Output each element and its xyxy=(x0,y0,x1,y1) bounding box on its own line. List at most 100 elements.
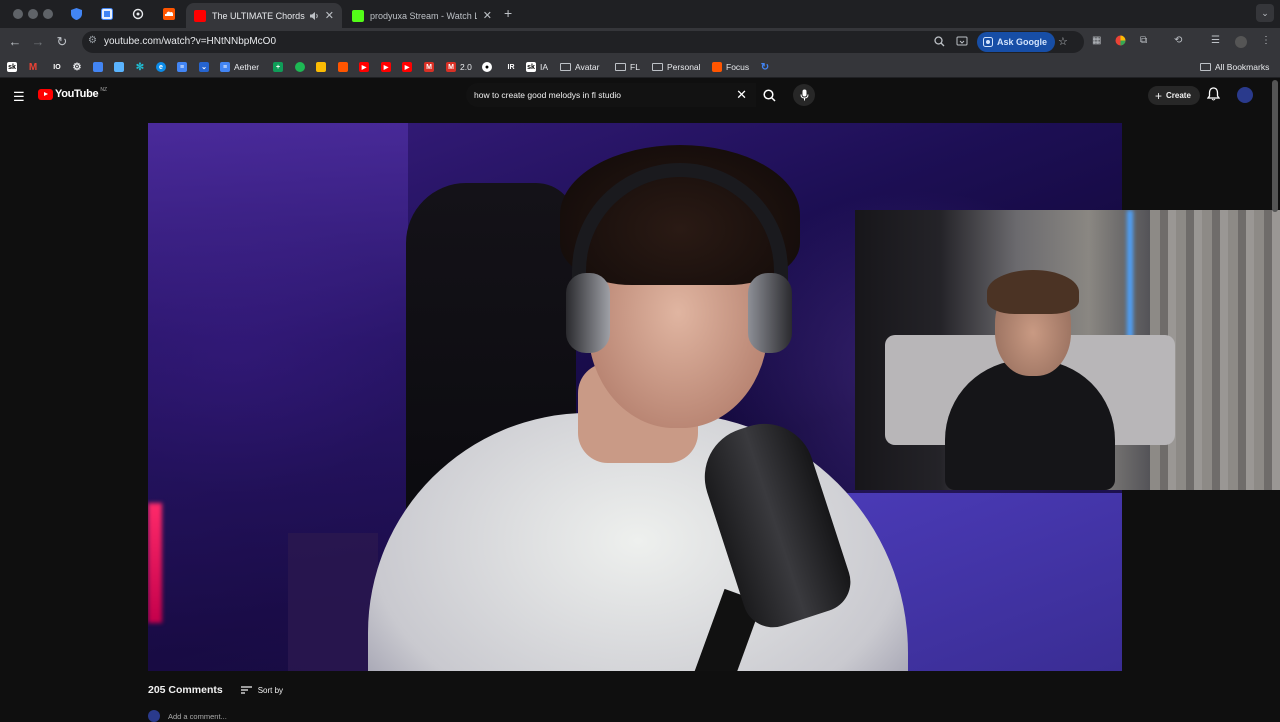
bookmark-folder-personal[interactable]: Personal xyxy=(652,60,701,74)
tab-kick-stream[interactable]: prodyuxa Stream - Watch Live ✕ xyxy=(344,3,500,28)
bookmark-star-icon[interactable]: ☆ xyxy=(1058,35,1068,48)
clear-search-icon[interactable]: ✕ xyxy=(736,87,747,103)
bookmark-ia[interactable]: sk IA xyxy=(526,60,548,74)
bookmark-label: Focus xyxy=(726,62,750,72)
new-tab-icon[interactable]: + xyxy=(504,5,512,21)
commenter-avatar xyxy=(148,710,160,722)
bookmark-label: All Bookmarks xyxy=(1215,62,1270,72)
bookmark-refresh[interactable]: ↻ xyxy=(760,60,774,74)
comment-count: 205 Comments xyxy=(148,684,223,696)
bookmark-focus[interactable]: Focus xyxy=(712,60,749,74)
youtube-favicon-icon xyxy=(194,9,206,22)
notifications-bell-icon[interactable] xyxy=(1206,87,1221,106)
add-comment-row[interactable]: Add a comment... xyxy=(148,710,227,722)
pinned-tab-soundcloud-icon[interactable] xyxy=(160,5,178,23)
bookmark-label: Avatar xyxy=(575,62,600,72)
cast-icon[interactable] xyxy=(956,36,968,50)
bookmark-sheets[interactable]: + xyxy=(273,60,287,74)
search-query[interactable]: how to create good melodys in fl studio xyxy=(474,90,621,100)
bookmark-label: FL xyxy=(630,62,640,72)
add-comment-input[interactable]: Add a comment... xyxy=(168,712,227,721)
minimize-window-icon[interactable] xyxy=(28,9,38,19)
bookmark-keep[interactable] xyxy=(316,60,330,74)
google-lens-icon xyxy=(983,37,993,47)
bookmark-mail[interactable] xyxy=(114,60,128,74)
profile-avatar[interactable] xyxy=(1235,36,1247,48)
bookmark-aether[interactable]: ≡ Aether xyxy=(220,60,259,74)
chrome-menu-icon[interactable]: ⋮ xyxy=(1261,35,1271,46)
extension-color-icon[interactable] xyxy=(1115,35,1126,49)
bookmark-youtube-3[interactable]: ▶ xyxy=(402,60,416,74)
bookmark-todo[interactable]: ⌄ xyxy=(199,60,213,74)
ask-google-label: Ask Google xyxy=(997,37,1048,47)
bookmark-perplexity[interactable]: ✻ xyxy=(135,60,149,74)
page-scrollbar[interactable] xyxy=(1272,80,1278,212)
pinned-tab-calendar-icon[interactable] xyxy=(98,5,116,23)
bookmark-m-red[interactable]: M xyxy=(424,60,438,74)
youtube-logo[interactable]: YouTube NZ xyxy=(38,87,107,100)
tab-active-youtube[interactable]: The ULTIMATE Chords & ✕ xyxy=(186,3,342,28)
bookmark-io[interactable]: IO xyxy=(50,60,68,74)
back-icon[interactable]: ← xyxy=(7,34,23,49)
bookmark-spotify[interactable] xyxy=(295,60,309,74)
close-window-icon[interactable] xyxy=(13,9,23,19)
speaker-icon[interactable] xyxy=(309,11,319,21)
bookmark-m-version[interactable]: M 2.0 xyxy=(446,60,472,74)
create-label: Create xyxy=(1166,91,1191,100)
search-button[interactable] xyxy=(756,83,782,107)
bookmark-sk[interactable]: sk xyxy=(7,60,21,74)
bookmark-youtube-1[interactable]: ▶ xyxy=(359,60,373,74)
bookmark-label: Personal xyxy=(667,62,701,72)
folder-icon xyxy=(652,63,663,71)
ask-google-button[interactable]: Ask Google xyxy=(977,32,1056,52)
sort-icon xyxy=(240,686,252,694)
bookmark-folder-avatar[interactable]: Avatar xyxy=(560,60,599,74)
tab-search-chevron-icon[interactable]: ⌄ xyxy=(1256,4,1274,22)
url-text[interactable]: youtube.com/watch?v=HNtNNbpMcO0 xyxy=(104,36,276,47)
bookmarks-bar: sk M IO ⚙ ✻ e ≡ ⌄ ≡ Aether + ▶ ▶ ▶ M M 2.0… xyxy=(0,56,1280,78)
account-avatar[interactable] xyxy=(1237,87,1253,103)
create-button[interactable]: + Create xyxy=(1148,86,1200,105)
sort-by-button[interactable]: Sort by xyxy=(240,686,283,695)
reading-list-icon[interactable]: ☰ xyxy=(1211,35,1220,46)
voice-search-button[interactable] xyxy=(793,84,815,106)
folder-icon xyxy=(560,63,571,71)
pinned-tab-shield-icon[interactable] xyxy=(67,5,85,23)
folder-icon xyxy=(1200,63,1211,71)
bookmark-edge[interactable]: e xyxy=(156,60,170,74)
bookmark-docs[interactable]: ≡ xyxy=(177,60,191,74)
extension-filter-icon[interactable]: ▦ xyxy=(1092,35,1101,46)
search-input[interactable]: how to create good melodys in fl studio … xyxy=(466,83,756,107)
bookmark-label: IA xyxy=(540,62,549,72)
forward-icon[interactable]: → xyxy=(30,34,46,49)
bookmark-folder-fl[interactable]: FL xyxy=(615,60,640,74)
close-tab-icon[interactable]: ✕ xyxy=(325,9,334,22)
bookmark-circle[interactable]: ● xyxy=(482,60,496,74)
bookmark-youtube-2[interactable]: ▶ xyxy=(381,60,395,74)
history-icon[interactable]: ⟲ xyxy=(1174,35,1182,46)
bookmark-ir[interactable]: IR xyxy=(504,60,522,74)
reload-icon[interactable]: ↻ xyxy=(54,34,70,50)
close-tab-icon[interactable]: ✕ xyxy=(483,9,492,22)
zoom-icon[interactable] xyxy=(934,36,945,50)
folder-icon xyxy=(615,63,626,71)
address-bar[interactable]: ⚙ youtube.com/watch?v=HNtNNbpMcO0 xyxy=(82,31,1084,53)
browser-tab-strip: The ULTIMATE Chords & ✕ prodyuxa Stream … xyxy=(0,0,1280,28)
maximize-window-icon[interactable] xyxy=(43,9,53,19)
search-icon xyxy=(762,88,776,102)
tab-title: The ULTIMATE Chords & xyxy=(212,10,305,21)
extensions-puzzle-icon[interactable]: ⧉ xyxy=(1140,35,1147,46)
browser-toolbar: ← → ↻ ⚙ youtube.com/watch?v=HNtNNbpMcO0 … xyxy=(0,28,1280,56)
menu-hamburger-icon[interactable]: ☰ xyxy=(13,89,25,105)
bookmark-label: Aether xyxy=(234,62,260,72)
youtube-play-icon xyxy=(38,88,53,100)
all-bookmarks-folder[interactable]: All Bookmarks xyxy=(1200,60,1269,74)
microphone-icon xyxy=(800,89,808,101)
site-settings-icon[interactable]: ⚙ xyxy=(88,35,97,46)
bookmark-soundcloud[interactable] xyxy=(338,60,352,74)
picture-in-picture-overlay xyxy=(855,210,1280,490)
bookmark-openai[interactable]: ⚙ xyxy=(72,60,86,74)
bookmark-calendar[interactable] xyxy=(93,60,107,74)
pinned-tab-openai-icon[interactable] xyxy=(129,5,147,23)
bookmark-gmail[interactable]: M xyxy=(28,60,42,74)
